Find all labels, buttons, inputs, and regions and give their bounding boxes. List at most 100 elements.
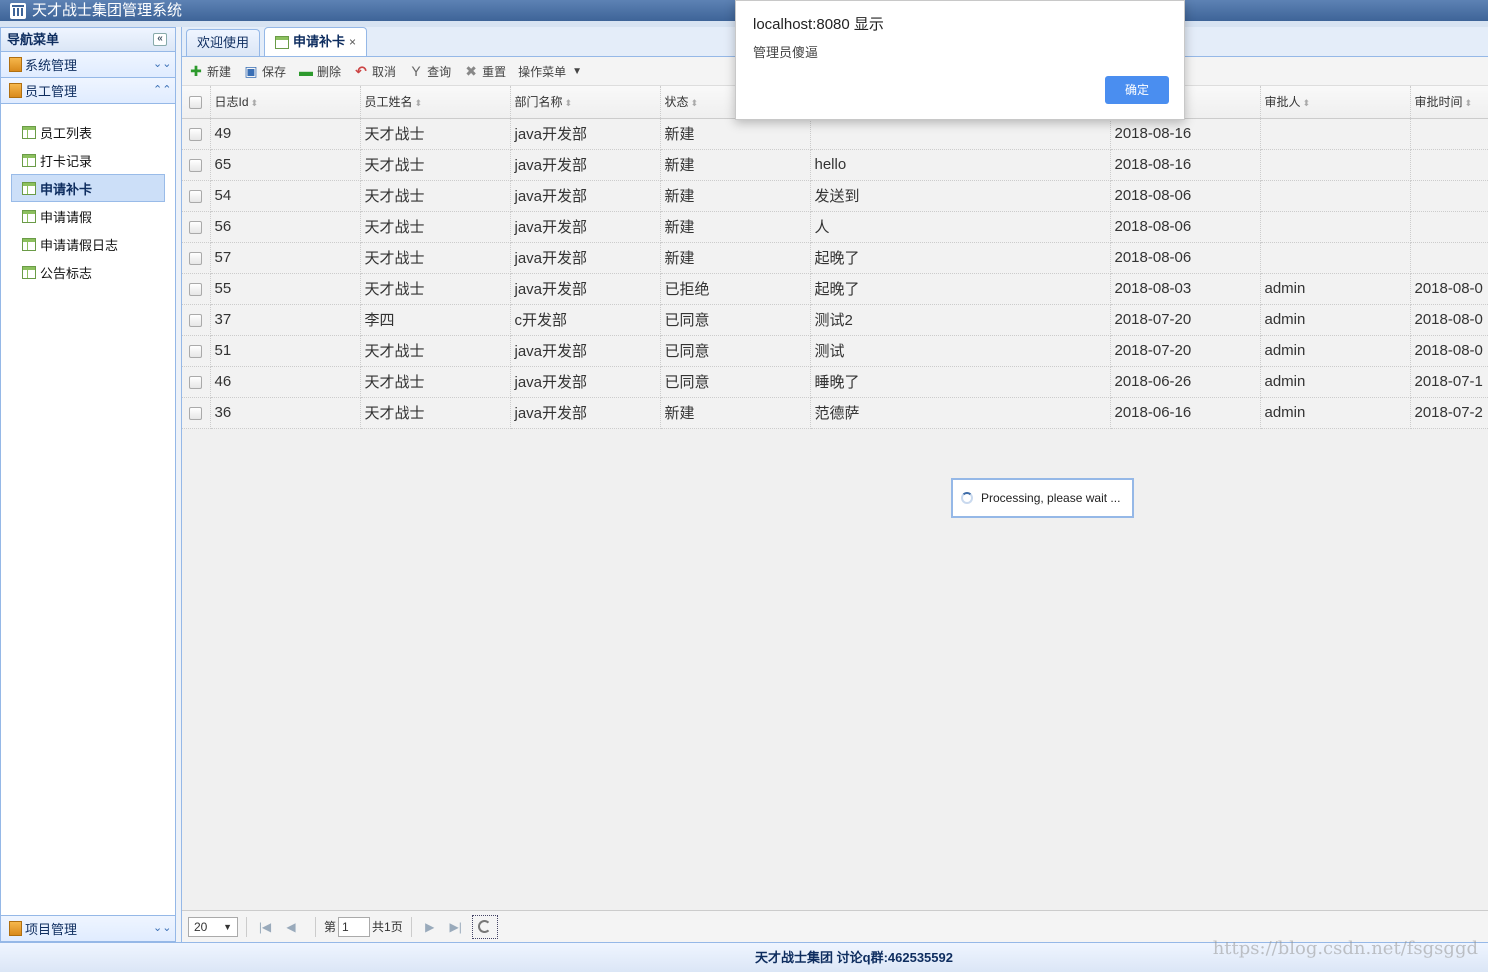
- table-row[interactable]: 54 天才战士 java开发部 新建 发送到 2018-08-06: [182, 180, 1488, 212]
- clear-icon: ✖: [465, 63, 477, 79]
- column-header-approver[interactable]: 审批人 ⬍: [1260, 86, 1411, 119]
- nav-section-employee[interactable]: 员工管理 ⌃⌃: [1, 78, 175, 104]
- nav-item-label: 打卡记录: [40, 153, 93, 169]
- refresh-button[interactable]: [471, 914, 498, 939]
- delete-button-label: 删除: [317, 64, 342, 79]
- save-button-label: 保存: [262, 64, 287, 79]
- row-checkbox[interactable]: [182, 211, 211, 243]
- row-checkbox[interactable]: [182, 335, 211, 367]
- cell-department: java开发部: [510, 366, 661, 398]
- ok-button[interactable]: 确定: [1105, 76, 1169, 104]
- minus-icon: ▬: [299, 63, 314, 79]
- cell-status: 新建: [660, 180, 811, 212]
- nav-item-apply-makeup[interactable]: 申请补卡: [11, 174, 165, 202]
- table-icon: [22, 125, 36, 139]
- query-button[interactable]: Y 查询: [408, 63, 451, 80]
- column-header-department[interactable]: 部门名称 ⬍: [510, 86, 661, 119]
- new-button[interactable]: ✚ 新建: [188, 63, 231, 80]
- nav-section-label: 员工管理: [25, 84, 78, 99]
- cell-employee-name: 天才战士: [360, 366, 511, 398]
- alert-dialog: localhost:8080 显示 管理员傻逼 确定: [735, 0, 1185, 120]
- last-page-icon[interactable]: ▶|: [446, 920, 466, 934]
- nav-item-employee-list[interactable]: 员工列表: [11, 118, 165, 146]
- nav-item-label: 申请请假: [40, 209, 93, 225]
- divider: [410, 916, 412, 937]
- cell-status: 新建: [660, 211, 811, 243]
- operations-menu-button[interactable]: 操作菜单 ▼: [518, 63, 582, 80]
- reset-button[interactable]: ✖ 重置: [463, 63, 506, 80]
- table-row[interactable]: 46 天才战士 java开发部 已同意 睡晚了 2018-06-26 admin 2018-0…: [182, 366, 1488, 398]
- cell-status: 新建: [660, 118, 811, 150]
- nav-item-label: 申请补卡: [40, 181, 93, 197]
- nav-item-apply-leave[interactable]: 申请请假: [11, 202, 165, 230]
- sort-icon: ⬍: [414, 98, 423, 109]
- nav-item-announcements[interactable]: 公告标志: [11, 258, 165, 286]
- table-row[interactable]: 36 天才战士 java开发部 新建 范德萨 2018-06-16 admin 2018-07…: [182, 397, 1488, 429]
- page-number-input[interactable]: 1: [338, 916, 371, 937]
- table-row[interactable]: 51 天才战士 java开发部 已同意 测试 2018-07-20 admin 2018-08…: [182, 335, 1488, 367]
- delete-button[interactable]: ▬ 删除: [298, 63, 341, 80]
- cell-employee-name: 天才战士: [360, 180, 511, 212]
- row-checkbox[interactable]: [182, 149, 211, 181]
- cell-employee-name: 李四: [360, 304, 511, 336]
- nav-section-system[interactable]: 系统管理 ⌄⌄: [1, 52, 175, 78]
- cell-department: c开发部: [510, 304, 661, 336]
- table-row[interactable]: 57 天才战士 java开发部 新建 起晚了 2018-08-06: [182, 242, 1488, 274]
- cancel-button[interactable]: ↶ 取消: [353, 63, 396, 80]
- row-checkbox[interactable]: [182, 304, 211, 336]
- column-header-employee-name[interactable]: 员工姓名 ⬍: [360, 86, 511, 119]
- cell-status: 已同意: [660, 335, 811, 367]
- column-header-approval-time[interactable]: 审批时间 ⬍: [1410, 86, 1488, 119]
- collapse-panel-icon[interactable]: «: [153, 33, 167, 46]
- row-checkbox[interactable]: [182, 118, 211, 150]
- row-checkbox[interactable]: [182, 397, 211, 429]
- cell-approver: [1260, 242, 1411, 274]
- cell-status: 已同意: [660, 304, 811, 336]
- chevron-double-down-icon[interactable]: ⌄⌄: [153, 57, 171, 71]
- nav-item-leave-log[interactable]: 申请请假日志: [11, 230, 165, 258]
- row-checkbox[interactable]: [182, 366, 211, 398]
- cell-approval-time: 2018-07-1: [1410, 366, 1488, 398]
- select-all-checkbox[interactable]: [182, 86, 211, 119]
- caret-down-icon: ▼: [223, 921, 232, 932]
- cell-approval-time: [1410, 149, 1488, 181]
- save-button[interactable]: ▣ 保存: [243, 63, 286, 80]
- row-checkbox[interactable]: [182, 242, 211, 274]
- row-checkbox[interactable]: [182, 180, 211, 212]
- table-row[interactable]: 56 天才战士 java开发部 新建人 2018-08-06: [182, 211, 1488, 243]
- tab-apply-makeup[interactable]: 申请补卡 ×: [264, 27, 368, 56]
- prev-page-icon[interactable]: ◀: [281, 920, 301, 934]
- nav-item-punch-records[interactable]: 打卡记录: [11, 146, 165, 174]
- close-icon[interactable]: ×: [349, 29, 356, 55]
- cell-reason: 发送到: [810, 180, 1111, 212]
- table-row[interactable]: 55 天才战士 java开发部 已拒绝 起晚了 2018-08-03 admin 2018-0…: [182, 273, 1488, 305]
- cell-department: java开发部: [510, 118, 661, 150]
- column-header-log-id[interactable]: 日志Id ⬍: [210, 86, 361, 119]
- sort-icon: ⬍: [1302, 98, 1311, 109]
- page-size-select[interactable]: 20 ▼: [188, 916, 238, 937]
- first-page-icon[interactable]: |◀: [255, 920, 275, 934]
- app-logo-icon: [10, 2, 26, 19]
- table-row[interactable]: 49 天才战士 java开发部 新建 2018-08-16: [182, 118, 1488, 150]
- table-icon: [22, 181, 36, 195]
- tab-label: 欢迎使用: [197, 35, 250, 50]
- nav-section-project[interactable]: 项目管理 ⌄⌄: [1, 915, 175, 941]
- cell-department: java开发部: [510, 273, 661, 305]
- tab-welcome[interactable]: 欢迎使用: [186, 29, 261, 56]
- cell-date: 2018-08-16: [1110, 118, 1261, 150]
- chevron-double-up-icon[interactable]: ⌃⌃: [153, 83, 171, 97]
- chevron-double-down-icon[interactable]: ⌄⌄: [153, 921, 171, 935]
- table-icon: [22, 237, 36, 251]
- cell-date: 2018-08-16: [1110, 149, 1261, 181]
- cell-date: 2018-06-26: [1110, 366, 1261, 398]
- table-row[interactable]: 37 李四 c开发部 已同意 测试2 2018-07-20 admin 2018-08-0: [182, 304, 1488, 336]
- cell-date: 2018-07-20: [1110, 304, 1261, 336]
- sort-icon: ⬍: [690, 98, 699, 109]
- row-checkbox[interactable]: [182, 273, 211, 305]
- next-page-icon[interactable]: ▶: [420, 920, 440, 934]
- page-total: 共1页: [372, 920, 403, 934]
- cell-status: 新建: [660, 149, 811, 181]
- reset-button-label: 重置: [482, 64, 507, 79]
- table-row[interactable]: 65 天才战士 java开发部 新建 hello 2018-08-16: [182, 149, 1488, 181]
- page-prefix: 第: [324, 920, 337, 934]
